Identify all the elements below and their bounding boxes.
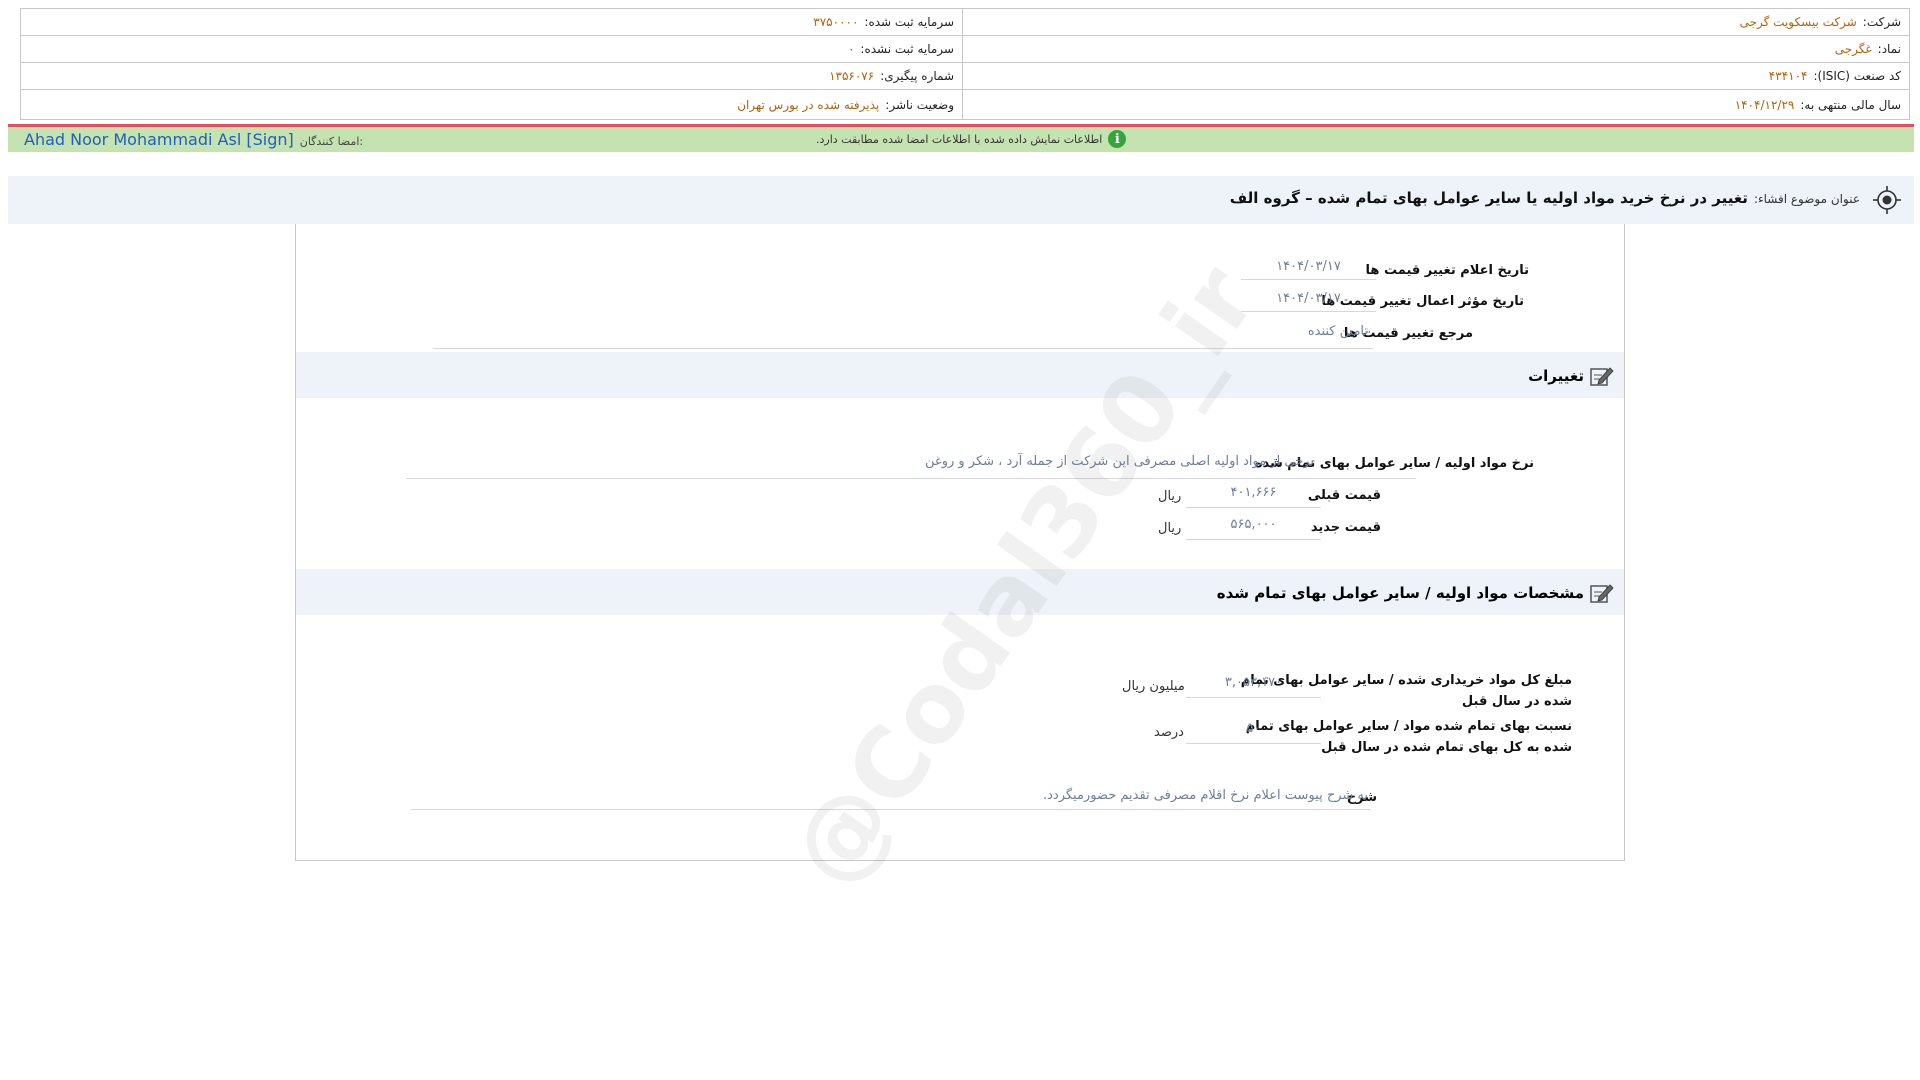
specs-section-header: مشخصات مواد اولیه / سایر عوامل بهای تمام… (296, 569, 1624, 615)
announce-date-label: تاریخ اعلام تغییر قیمت ها (1366, 263, 1529, 278)
edit-icon (1590, 367, 1614, 386)
tracking-number-label: شماره پیگیری: (880, 69, 954, 83)
symbol-label: نماد: (1877, 42, 1901, 56)
isic-value: ۴۳۴۱۰۴ (1768, 69, 1808, 83)
price-change-reference-value-text: تامین کننده (1307, 324, 1368, 339)
signature-verified-message: i اطلاعات نمایش داده شده با اطلاعات امضا… (816, 130, 1127, 148)
tracking-number-row: شماره پیگیری: ۱۳۵۶۰۷۶ (21, 63, 962, 90)
changes-section-title-text: تغییرات (1528, 367, 1584, 385)
reference-underline (433, 348, 1373, 349)
unregistered-capital-row: سرمایه ثبت نشده: ۰ (21, 36, 962, 63)
previous-price-unit: ریال (1158, 489, 1182, 504)
unregistered-capital-label: سرمایه ثبت نشده: (860, 42, 954, 56)
rate-underline (406, 478, 1416, 479)
new-price-label: قیمت جدید (1311, 520, 1381, 535)
new-price-label-text: قیمت جدید (1310, 520, 1381, 535)
company-value: شرکت بیسکویت گرجی (1739, 15, 1857, 29)
info-icon: i (1108, 130, 1127, 148)
company-label: شرکت: (1862, 15, 1901, 29)
changes-section-header: تغییرات (296, 352, 1624, 398)
registered-capital-label: سرمایه ثبت شده: (864, 15, 954, 29)
signers-label: امضا کنندگان: (299, 135, 364, 148)
disclosure-panel: تاریخ اعلام تغییر قیمت ها ۱۴۰۴/۰۳/۱۷ تار… (295, 224, 1625, 861)
cost-ratio-value: ۵۰ (1186, 721, 1321, 744)
fiscal-year-label: سال مالی منتهی به: (1800, 97, 1901, 112)
total-purchase-value: ۳,۰۵۳,۱۷۰ (1186, 675, 1321, 698)
company-info-right-column: شرکت: شرکت بیسکویت گرجی نماد: غگرجی کد ص… (962, 9, 1909, 119)
price-change-reference-value: تامین کننده (1308, 324, 1368, 339)
new-price-value: ۵۶۵,۰۰۰ (1186, 517, 1321, 540)
new-price-unit: ریال (1158, 521, 1182, 536)
registered-capital-row: سرمایه ثبت شده: ۳۷۵۰۰۰۰ (21, 9, 962, 36)
announce-date-label-text: تاریخ اعلام تغییر قیمت ها (1365, 263, 1529, 278)
signature-bar: امضا کنندگان: Ahad Noor Mohammadi Asl [S… (8, 124, 1914, 152)
disclosure-title-bar: عنوان موضوع افشاء: تغییر در نرخ خرید موا… (8, 176, 1914, 224)
target-icon (1873, 186, 1901, 214)
company-row: شرکت: شرکت بیسکویت گرجی (963, 9, 1909, 36)
tracking-number-value: ۱۳۵۶۰۷۶ (829, 69, 875, 83)
fiscal-year-row: سال مالی منتهی به: ۱۴۰۴/۱۲/۲۹ (963, 90, 1909, 119)
rate-value: برخی از مواد اولیه اصلی مصرفی این شرکت ا… (925, 454, 1314, 469)
company-info-left-column: سرمایه ثبت شده: ۳۷۵۰۰۰۰ سرمایه ثبت نشده:… (21, 9, 962, 119)
signature-verified-text: اطلاعات نمایش داده شده با اطلاعات امضا ش… (816, 132, 1103, 146)
isic-row: کد صنعت (ISIC): ۴۳۴۱۰۴ (963, 63, 1909, 90)
total-purchase-unit: میلیون ریال (1122, 679, 1185, 694)
signers: امضا کنندگان: Ahad Noor Mohammadi Asl [S… (24, 130, 363, 149)
registered-capital-value: ۳۷۵۰۰۰۰ (813, 15, 859, 29)
announce-date-value: ۱۴۰۴/۰۳/۱۷ (1241, 259, 1376, 280)
publisher-status-row: وضعیت ناشر: پذیرفته شده در بورس تهران (21, 90, 962, 119)
description-value: به شرح پیوست اعلام نرخ اقلام مصرفی تقدیم… (1043, 788, 1368, 803)
fiscal-year-value: ۱۴۰۴/۱۲/۲۹ (1734, 97, 1795, 112)
publisher-status-value: پذیرفته شده در بورس تهران (737, 97, 880, 112)
edit-icon (1590, 584, 1614, 603)
previous-price-value: ۴۰۱,۶۶۶ (1186, 485, 1321, 508)
isic-label: کد صنعت (ISIC): (1813, 69, 1901, 83)
cost-ratio-unit: درصد (1154, 725, 1184, 740)
disclosure-title-label: عنوان موضوع افشاء: (1753, 192, 1860, 206)
specs-section-title-text: مشخصات مواد اولیه / سایر عوامل بهای تمام… (1216, 584, 1584, 602)
symbol-row: نماد: غگرجی (963, 36, 1909, 63)
company-info-table: شرکت: شرکت بیسکویت گرجی نماد: غگرجی کد ص… (20, 8, 1910, 120)
changes-section-title: تغییرات (1528, 365, 1614, 387)
signers-value: Ahad Noor Mohammadi Asl [Sign] (24, 130, 294, 149)
rate-value-text: برخی از مواد اولیه اصلی مصرفی این شرکت ا… (925, 454, 1314, 469)
effective-date-value: ۱۴۰۴/۰۳/۱۷ (1241, 291, 1376, 312)
disclosure-title-value: تغییر در نرخ خرید مواد اولیه یا سایر عوا… (1229, 189, 1748, 207)
unregistered-capital-value: ۰ (847, 42, 855, 56)
symbol-value: غگرجی (1834, 42, 1872, 56)
description-underline (411, 809, 1371, 810)
disclosure-title: عنوان موضوع افشاء: تغییر در نرخ خرید موا… (1230, 189, 1860, 207)
publisher-status-label: وضعیت ناشر: (885, 97, 954, 112)
description-value-text: به شرح پیوست اعلام نرخ اقلام مصرفی تقدیم… (1042, 788, 1368, 803)
specs-section-title: مشخصات مواد اولیه / سایر عوامل بهای تمام… (1217, 582, 1614, 604)
